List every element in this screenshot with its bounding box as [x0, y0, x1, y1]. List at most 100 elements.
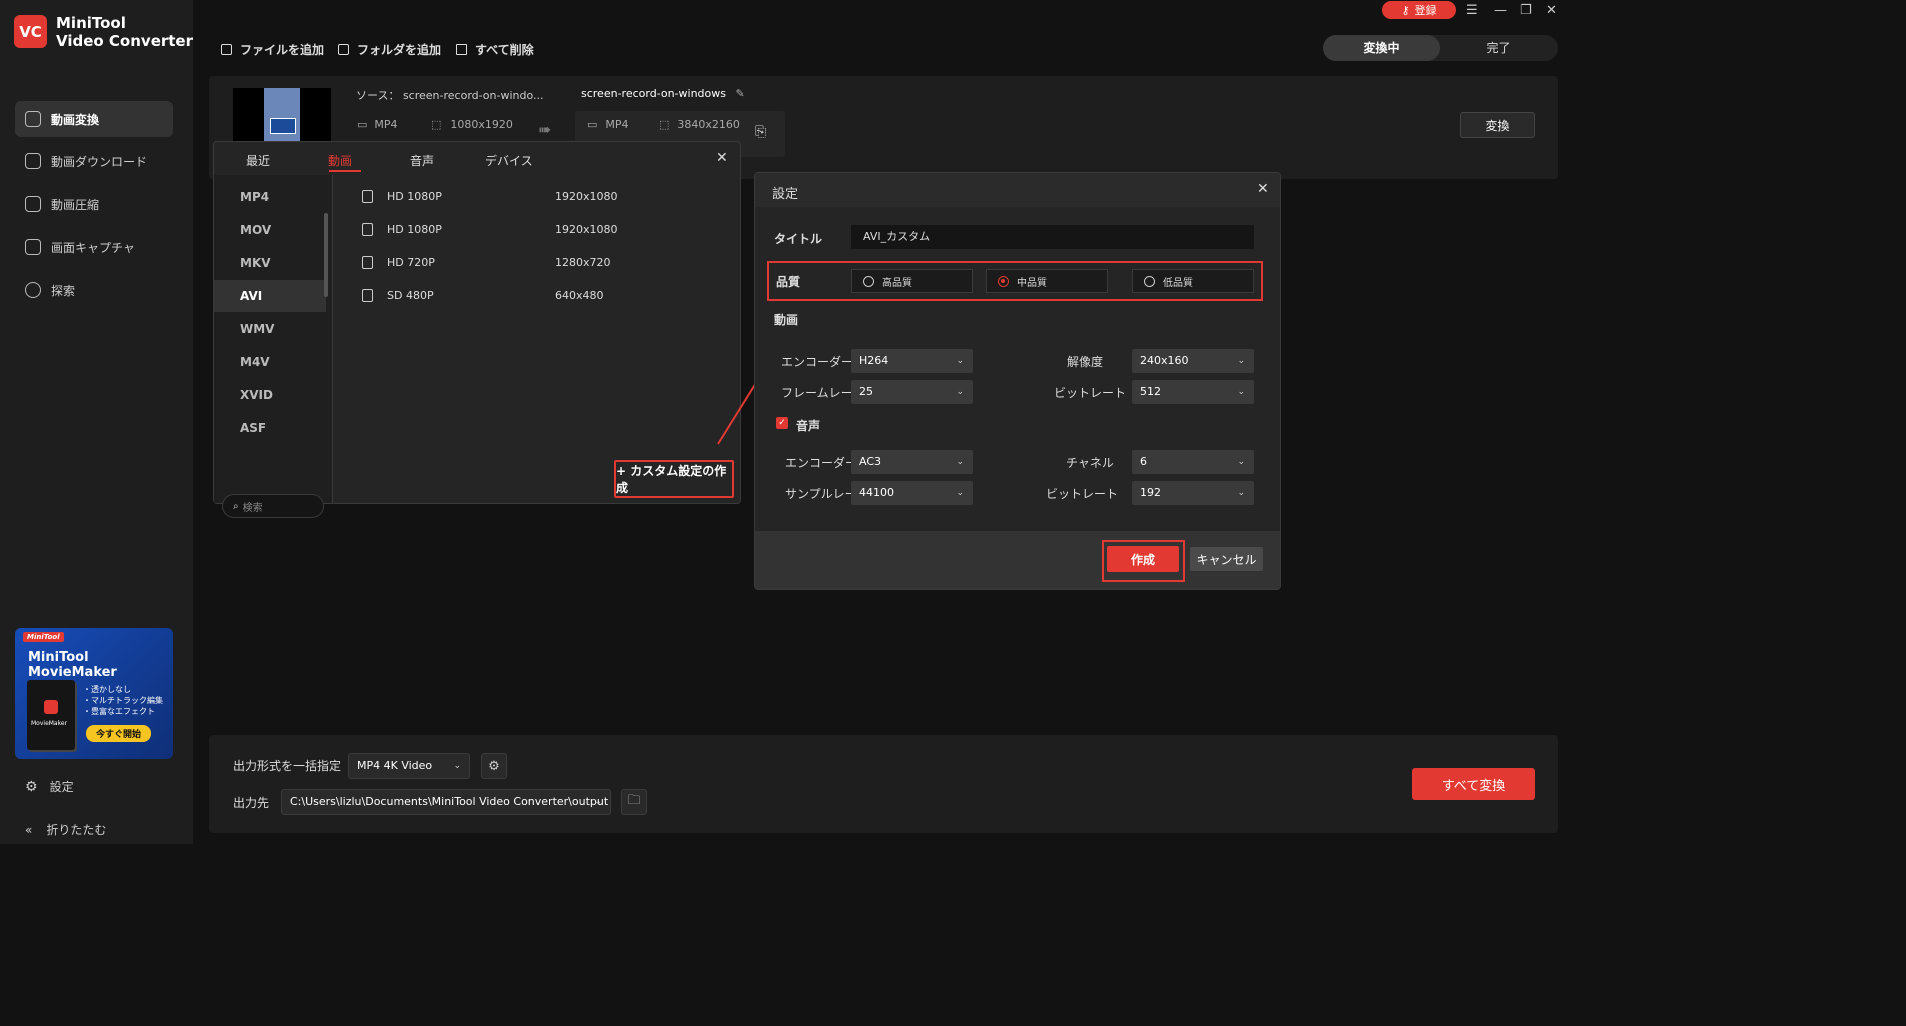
sidebar-item-compress[interactable]: 動画圧縮: [15, 186, 173, 222]
encoder-label: エンコーダー: [781, 355, 854, 369]
channel-select[interactable]: 6 ⌄: [1132, 450, 1254, 474]
quality-low-radio[interactable]: 低品質: [1132, 269, 1254, 293]
format-item[interactable]: XVID: [214, 379, 326, 411]
cancel-button[interactable]: キャンセル: [1190, 547, 1263, 571]
samplerate-select[interactable]: 44100 ⌄: [851, 481, 973, 505]
resolution-label: 解像度: [1067, 355, 1104, 369]
video-file-icon: [362, 288, 373, 302]
gear-icon[interactable]: ⚙: [481, 753, 507, 779]
menu-icon[interactable]: ☰: [1466, 3, 1478, 18]
output-dir-select[interactable]: C:\Users\lizlu\Documents\MiniTool Video …: [281, 789, 611, 815]
folder-icon[interactable]: 🗀: [621, 789, 647, 815]
format-item[interactable]: MP4: [214, 181, 326, 213]
tab-audio[interactable]: 音声: [410, 152, 434, 169]
minimize-icon[interactable]: —: [1494, 3, 1507, 18]
sidebar-item-label: 動画変換: [51, 112, 100, 127]
convert-button[interactable]: 変換: [1460, 112, 1535, 138]
edit-icon[interactable]: ✎: [735, 87, 744, 100]
source-format: ▭ MP4: [357, 118, 398, 131]
bitrate-select[interactable]: 512 ⌄: [1132, 380, 1254, 404]
collapse-button[interactable]: « 折りたたむ: [25, 821, 106, 838]
format-item-active[interactable]: AVI: [214, 280, 326, 312]
tab-recent[interactable]: 最近: [246, 152, 270, 169]
framerate-select[interactable]: 25 ⌄: [851, 380, 973, 404]
settings-button[interactable]: ⚙ 設定: [25, 778, 74, 795]
add-file-button[interactable]: ファイルを追加: [221, 40, 324, 58]
preset-name: HD 1080P: [387, 222, 442, 236]
register-button[interactable]: ⚷ 登録: [1382, 1, 1456, 19]
close-icon[interactable]: ✕: [716, 150, 728, 166]
target-res-value: 3840x2160: [677, 118, 740, 131]
product-box-label: MovieMaker: [31, 720, 68, 727]
resolution-select[interactable]: 240x160 ⌄: [1132, 349, 1254, 373]
preset-row[interactable]: HD 1080P: [362, 219, 442, 239]
close-icon[interactable]: ✕: [1257, 181, 1269, 197]
create-button[interactable]: 作成: [1107, 546, 1179, 572]
quality-medium-radio[interactable]: 中品質: [986, 269, 1108, 293]
file-settings-icon[interactable]: ⎘: [755, 124, 766, 140]
source-info: ソース： screen-record-on-windo...: [356, 87, 544, 103]
delete-all-button[interactable]: すべて削除: [456, 40, 534, 58]
video-section-label: 動画: [774, 313, 799, 327]
bottom-bar: 出力形式を一括指定 MP4 4K Video ⌄ ⚙ 出力先 C:\Users\l…: [209, 735, 1558, 833]
close-icon[interactable]: ✕: [1546, 3, 1557, 18]
output-format-select[interactable]: MP4 4K Video ⌄: [348, 753, 470, 779]
plus-square-icon: [221, 43, 232, 55]
output-dir-value: C:\Users\lizlu\Documents\MiniTool Video …: [290, 795, 609, 808]
quality-label: 品質: [776, 275, 801, 289]
tab-video[interactable]: 動画: [328, 152, 352, 169]
chevron-down-icon: ⌄: [956, 387, 964, 397]
chevron-down-icon: ⌄: [1237, 488, 1245, 498]
audio-checkbox[interactable]: ✓: [776, 417, 788, 429]
tab-converting[interactable]: 変換中: [1323, 35, 1440, 61]
format-item[interactable]: WMV: [214, 313, 326, 345]
search-placeholder: 検索: [242, 502, 263, 514]
tab-device[interactable]: デバイス: [485, 152, 533, 169]
format-item[interactable]: MOV: [214, 214, 326, 246]
audio-bitrate-select[interactable]: 192 ⌄: [1132, 481, 1254, 505]
sidebar-item-record[interactable]: 画面キャプチャ: [15, 229, 173, 265]
convert-all-button[interactable]: すべて変換: [1412, 768, 1535, 800]
target-name-value: screen-record-on-windows: [581, 87, 726, 100]
search-input[interactable]: ⌕ 検索: [222, 494, 324, 518]
trash-icon: [456, 43, 467, 55]
video-file-icon: [362, 255, 373, 269]
format-item[interactable]: ASF: [214, 412, 326, 444]
promo-start-button[interactable]: 今すぐ開始: [86, 725, 152, 742]
gear-icon: ⚙: [25, 778, 38, 795]
sidebar-item-download[interactable]: 動画ダウンロード: [15, 143, 173, 179]
quality-option-label: 中品質: [1017, 277, 1047, 289]
radio-selected-icon: [998, 275, 1009, 287]
preset-row[interactable]: HD 720P: [362, 252, 435, 272]
preset-row[interactable]: HD 1080P: [362, 186, 442, 206]
preset-row[interactable]: SD 480P: [362, 285, 434, 305]
video-file-icon: [362, 222, 373, 236]
search-icon: ⌕: [233, 500, 239, 512]
scrollbar[interactable]: [324, 213, 328, 297]
quality-high-radio[interactable]: 高品質: [851, 269, 973, 293]
target-format-value: MP4: [605, 118, 629, 131]
target-resolution: ⬚ 3840x2160: [659, 118, 740, 131]
encoder-select[interactable]: H264 ⌄: [851, 349, 973, 373]
source-name: screen-record-on-windo...: [402, 89, 544, 102]
title-input[interactable]: AVI_カスタム: [851, 225, 1254, 249]
audio-encoder-select[interactable]: AC3 ⌄: [851, 450, 973, 474]
sidebar-item-label: 探索: [51, 283, 76, 298]
format-item[interactable]: MKV: [214, 247, 326, 279]
promo-feature: ・豊富なエフェクト: [83, 707, 155, 716]
promo-banner[interactable]: MiniTool MiniTool MovieMaker MovieMaker …: [15, 628, 173, 759]
create-custom-button[interactable]: + カスタム設定の作成: [614, 460, 734, 498]
sidebar-item-convert[interactable]: 動画変換: [15, 101, 173, 137]
promo-feature: ・透かしなし: [83, 685, 131, 694]
preset-name: HD 720P: [387, 255, 435, 269]
format-list: MP4 MOV MKV AVI WMV M4V XVID ASF ⌕ 検索: [214, 175, 332, 518]
tab-done[interactable]: 完了: [1440, 35, 1557, 61]
sidebar-item-explore[interactable]: 探索: [15, 272, 173, 308]
add-folder-button[interactable]: フォルダを追加: [338, 40, 441, 58]
format-item[interactable]: M4V: [214, 346, 326, 378]
compress-icon: [25, 196, 41, 212]
restore-icon[interactable]: ❐: [1520, 3, 1532, 18]
sidebar-item-label: 動画圧縮: [51, 197, 100, 212]
double-chevron-left-icon: «: [25, 822, 33, 837]
video-thumbnail[interactable]: [233, 88, 331, 148]
